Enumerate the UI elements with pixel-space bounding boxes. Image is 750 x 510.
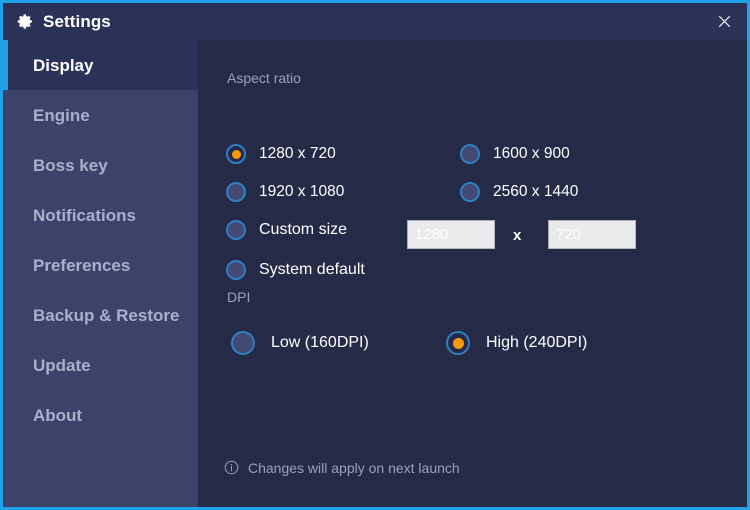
sidebar-item-about[interactable]: About [3,390,198,440]
sidebar-item-label: Boss key [33,155,108,175]
settings-window: Settings Display Engine Boss key Notific… [0,0,750,510]
close-button[interactable] [701,3,747,40]
footer-note: Changes will apply on next launch [224,460,460,475]
sidebar-item-backup-restore[interactable]: Backup & Restore [3,290,198,340]
radio-indicator [446,331,470,355]
radio-indicator [226,260,246,280]
sidebar-item-notifications[interactable]: Notifications [3,190,198,240]
dpi-option-high[interactable]: High (240DPI) [446,331,587,355]
dpi-section-label: DPI [227,289,251,305]
dpi-option-label: High (240DPI) [486,334,588,351]
settings-content-display: Aspect ratio 1280 x 720 1920 x 1080 1600… [198,40,747,507]
sidebar-item-label: Engine [33,105,90,125]
aspect-option-2560x1440[interactable]: 2560 x 1440 [460,182,578,202]
radio-indicator [226,182,246,202]
info-icon [224,460,239,475]
sidebar-item-boss-key[interactable]: Boss key [3,140,198,190]
aspect-option-label: 1920 x 1080 [259,183,345,201]
sidebar-item-update[interactable]: Update [3,340,198,390]
close-icon [718,15,730,28]
footer-note-text: Changes will apply on next launch [248,459,460,476]
dpi-option-label: Low (160DPI) [271,334,369,351]
aspect-option-label: System default [259,261,365,278]
sidebar-item-label: Preferences [33,255,131,275]
sidebar-item-display[interactable]: Display [3,40,198,90]
aspect-option-system-default[interactable]: System default [226,260,365,280]
aspect-option-1920x1080[interactable]: 1920 x 1080 [226,182,344,202]
aspect-ratio-section-label: Aspect ratio [227,70,301,86]
aspect-option-custom-size[interactable]: Custom size [226,220,347,240]
sidebar-item-label: Backup & Restore [33,305,180,325]
aspect-option-label: 1280 x 720 [259,145,336,163]
radio-indicator [231,331,255,355]
sidebar-item-preferences[interactable]: Preferences [3,240,198,290]
sidebar-item-label: Display [33,55,94,75]
sidebar-item-label: Notifications [33,205,136,225]
radio-indicator [226,220,246,240]
window-title: Settings [43,12,111,31]
aspect-option-label: Custom size [259,221,348,238]
aspect-option-1600x900[interactable]: 1600 x 900 [460,144,570,164]
radio-indicator [460,144,480,164]
aspect-option-label: 1600 x 900 [493,145,570,163]
sidebar-item-label: About [33,405,83,425]
titlebar: Settings [3,3,747,40]
radio-indicator [460,182,480,202]
dpi-option-low[interactable]: Low (160DPI) [231,331,369,355]
aspect-option-label: 2560 x 1440 [493,183,579,201]
radio-indicator [226,144,246,164]
sidebar-item-engine[interactable]: Engine [3,90,198,140]
aspect-option-1280x720[interactable]: 1280 x 720 [226,144,336,164]
custom-height-input[interactable] [548,220,636,249]
gear-icon [17,14,32,29]
sidebar: Display Engine Boss key Notifications Pr… [3,40,198,507]
custom-size-separator: x [513,227,522,244]
custom-width-input[interactable] [407,220,495,249]
sidebar-item-label: Update [33,355,91,375]
